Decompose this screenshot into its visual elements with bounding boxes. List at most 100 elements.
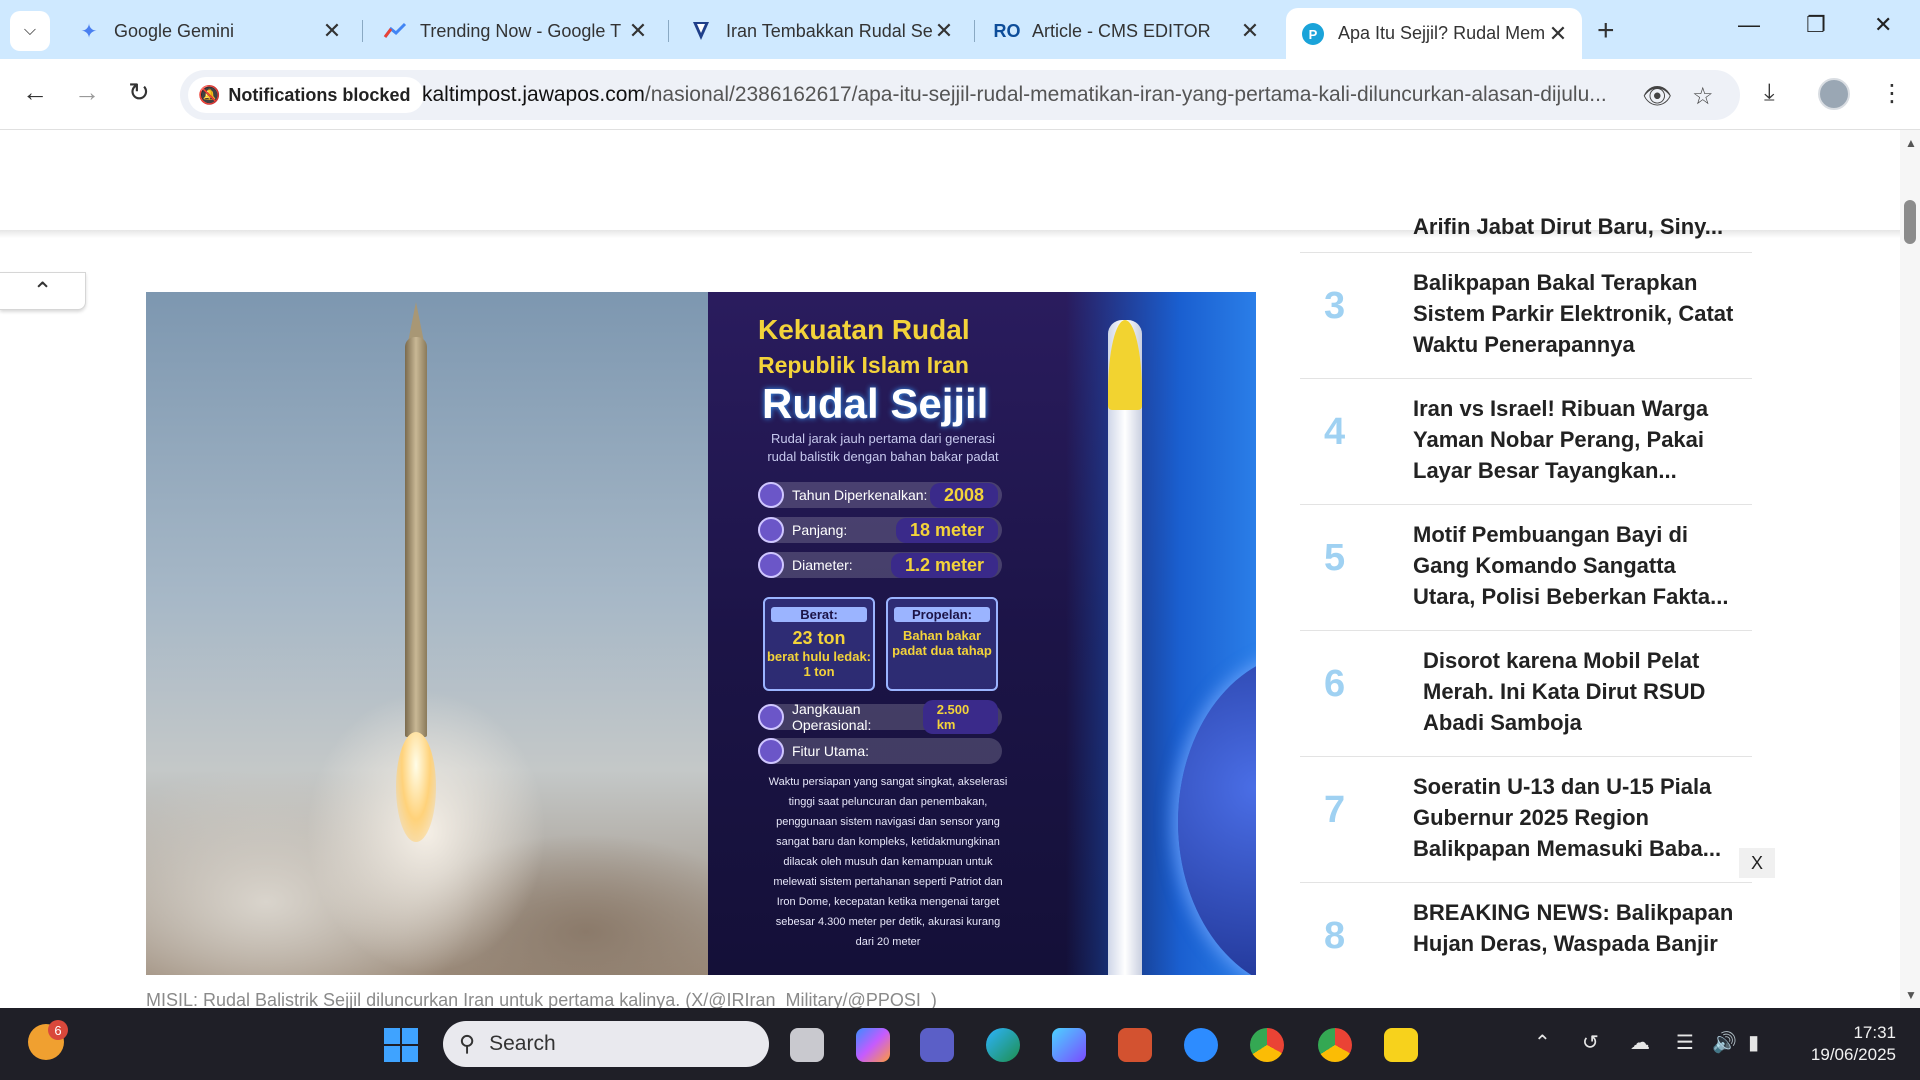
calendar-icon	[758, 482, 784, 508]
task-view-icon[interactable]	[790, 1028, 824, 1062]
reload-icon[interactable]: ↻	[128, 77, 150, 108]
tab-title: Iran Tembakkan Rudal Se	[726, 20, 932, 41]
minimize-icon[interactable]: —	[1738, 12, 1760, 38]
url-host: kaltimpost.jawapos.com	[422, 83, 645, 106]
close-ad-button[interactable]: X	[1739, 848, 1775, 878]
close-window-icon[interactable]: ✕	[1874, 12, 1892, 38]
close-tab-icon[interactable]: ✕	[1238, 18, 1262, 44]
tab-search-button[interactable]: ⌵	[10, 11, 50, 51]
list-item[interactable]: 4 Iran vs Israel! Ribuan Warga Yaman Nob…	[1300, 378, 1752, 504]
rocket-nose	[408, 302, 424, 342]
trends-icon	[382, 18, 408, 44]
list-item-title[interactable]: BREAKING NEWS: Balikpapan Hujan Deras, W…	[1413, 897, 1743, 959]
propellant-box: Propelan: Bahan bakar padat dua tahap	[886, 597, 998, 691]
copilot-icon[interactable]	[856, 1028, 890, 1062]
notification-badge: 6	[48, 1020, 68, 1040]
taskbar-search[interactable]: ⚲ Search	[443, 1021, 769, 1067]
eye-off-icon[interactable]: 👁	[1642, 82, 1672, 111]
tab-gemini[interactable]: ✦ Google Gemini ✕	[62, 12, 356, 50]
spec-value: 18 meter	[895, 517, 998, 543]
rank-number: 5	[1324, 537, 1346, 579]
rank-number: 4	[1324, 411, 1346, 453]
tab-active-sejjil[interactable]: P Apa Itu Sejjil? Rudal Mem ✕	[1286, 8, 1582, 59]
list-item-title[interactable]: Disorot karena Mobil Pelat Merah. Ini Ka…	[1413, 645, 1743, 738]
chevron-up-icon: ⌃	[32, 277, 53, 305]
tab-trending[interactable]: Trending Now - Google T ✕	[368, 12, 662, 50]
sync-icon[interactable]: ↺	[1582, 1030, 1599, 1055]
propellant-label: Propelan:	[894, 607, 990, 622]
list-item-title[interactable]: Motif Pembuangan Bayi di Gang Komando Sa…	[1413, 519, 1743, 612]
m365-icon[interactable]	[1052, 1028, 1086, 1062]
close-tab-icon[interactable]: ✕	[320, 18, 344, 44]
battery-icon[interactable]: ▮	[1748, 1030, 1759, 1055]
list-item-title[interactable]: Soeratin U-13 dan U-15 Piala Gubernur 20…	[1413, 771, 1743, 864]
image-caption: MISIL: Rudal Balistrik Sejjil diluncurka…	[146, 990, 937, 1008]
tab-cms-editor[interactable]: RO Article - CMS EDITOR ✕	[980, 12, 1274, 50]
list-item[interactable]: 7 Soeratin U-13 dan U-15 Piala Gubernur …	[1300, 756, 1752, 882]
back-arrow-icon[interactable]: ←	[22, 77, 48, 108]
onedrive-icon[interactable]: ☁	[1630, 1030, 1650, 1055]
download-icon[interactable]: ⤓	[1764, 79, 1775, 107]
profile-avatar[interactable]	[1818, 78, 1850, 110]
spec-label: Fitur Utama:	[792, 743, 870, 759]
scroll-down-icon[interactable]: ▼	[1905, 988, 1917, 1002]
scroll-thumb[interactable]	[1904, 200, 1916, 244]
features-description: Waktu persiapan yang sangat singkat, aks…	[768, 776, 1008, 948]
collapse-header-button[interactable]: ⌃	[0, 272, 86, 310]
windows-start-icon[interactable]	[384, 1028, 418, 1062]
tab-separator	[362, 20, 363, 42]
list-item-title[interactable]: Balikpapan Bakal Terapkan Sistem Parkir …	[1413, 267, 1743, 360]
list-item[interactable]: Arifin Jabat Dirut Baru, Siny...	[1300, 210, 1752, 248]
clock-time: 17:31	[1853, 1023, 1896, 1042]
tab-title: Apa Itu Sejjil? Rudal Mem	[1338, 23, 1546, 43]
tab-separator	[668, 20, 669, 42]
bookmark-star-icon[interactable]: ☆	[1692, 82, 1714, 111]
ruler-icon	[758, 517, 784, 543]
close-tab-icon[interactable]: ✕	[626, 18, 650, 44]
spec-year: Tahun Diperkenalkan: 2008	[758, 482, 1002, 508]
restore-icon[interactable]: ❐	[1806, 12, 1826, 38]
powerpoint-icon[interactable]	[1118, 1028, 1152, 1062]
list-item[interactable]: 8 BREAKING NEWS: Balikpapan Hujan Deras,…	[1300, 882, 1752, 1008]
tab-strip: ⌵ ✦ Google Gemini ✕ Trending Now - Googl…	[0, 0, 1920, 59]
address-bar[interactable]: 🔕 Notifications blocked kaltimpost.jawap…	[180, 70, 1740, 120]
new-tab-plus-icon[interactable]: +	[1597, 14, 1615, 48]
article-hero-image: Kekuatan Rudal Republik Islam Iran Rudal…	[146, 292, 1256, 975]
list-item[interactable]: 3 Balikpapan Bakal Terapkan Sistem Parki…	[1300, 252, 1752, 378]
zoom-icon[interactable]	[1184, 1028, 1218, 1062]
close-tab-icon[interactable]: ✕	[1546, 21, 1570, 47]
menu-kebab-icon[interactable]: ⋮	[1880, 79, 1904, 108]
url-path: /nasional/2386162617/apa-itu-sejjil-ruda…	[644, 83, 1607, 106]
tab-iran-news[interactable]: Iran Tembakkan Rudal Se ✕	[674, 12, 968, 50]
chrome-icon[interactable]	[1250, 1028, 1284, 1062]
system-clock[interactable]: 17:31 19/06/2025	[1792, 1022, 1896, 1066]
edge-icon[interactable]	[986, 1028, 1020, 1062]
tab-title: Trending Now - Google T	[420, 20, 622, 41]
page-scrollbar[interactable]: ▲ ▼	[1900, 130, 1920, 1008]
chrome-profile-icon[interactable]	[1318, 1028, 1352, 1062]
rocket-exhaust	[396, 732, 436, 842]
infographic-title: Kekuatan Rudal	[758, 314, 970, 345]
teams-icon[interactable]	[920, 1028, 954, 1062]
notifications-blocked-chip[interactable]: 🔕 Notifications blocked	[188, 77, 425, 113]
diameter-icon	[758, 552, 784, 578]
url-text[interactable]: kaltimpost.jawapos.com/nasional/23861626…	[422, 83, 1612, 107]
spec-range: Jangkauan Operasional: 2.500 km	[758, 700, 1002, 734]
chevron-up-icon[interactable]: ⌃	[1534, 1030, 1551, 1055]
spec-diameter: Diameter: 1.2 meter	[758, 552, 1002, 578]
rank-number: 6	[1324, 663, 1346, 705]
sticky-notes-icon[interactable]	[1384, 1028, 1418, 1062]
list-item-title[interactable]: Iran vs Israel! Ribuan Warga Yaman Nobar…	[1413, 393, 1743, 486]
svg-text:P: P	[1309, 27, 1318, 42]
list-item[interactable]: 6 Disorot karena Mobil Pelat Merah. Ini …	[1300, 630, 1752, 756]
wifi-icon[interactable]: ☰	[1676, 1030, 1694, 1055]
scroll-up-icon[interactable]: ▲	[1905, 136, 1917, 150]
weight-box: Berat: 23 ton berat hulu ledak: 1 ton	[763, 597, 875, 691]
close-tab-icon[interactable]: ✕	[932, 18, 956, 44]
forward-arrow-icon[interactable]: →	[74, 77, 100, 108]
volume-icon[interactable]: 🔊	[1712, 1030, 1737, 1055]
page-viewport: Arifin Jabat Dirut Baru, Siny... 3 Balik…	[0, 130, 1900, 1008]
list-item[interactable]: 5 Motif Pembuangan Bayi di Gang Komando …	[1300, 504, 1752, 630]
rank-number: 7	[1324, 789, 1346, 831]
spec-value: 2008	[929, 482, 998, 508]
